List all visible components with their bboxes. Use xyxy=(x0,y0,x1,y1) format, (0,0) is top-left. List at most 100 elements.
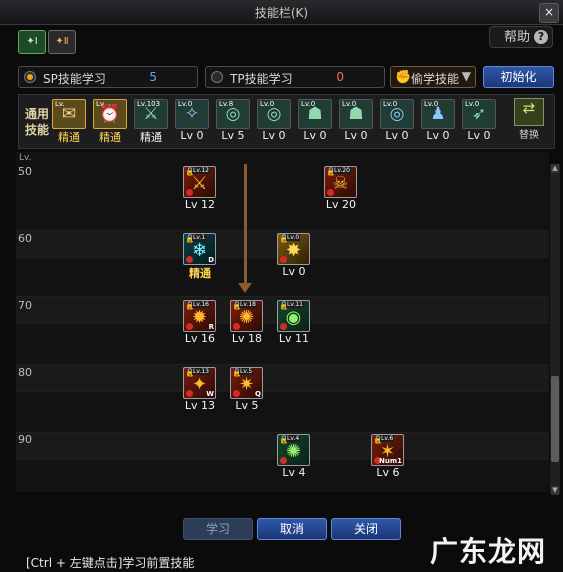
skill-icon: 🔒 Lv.1 ❄ D xyxy=(183,233,216,265)
scroll-down-icon[interactable]: ▼ xyxy=(551,486,559,495)
skill-90-a[interactable]: 🔒 Lv.4 ✺ Lv 4 xyxy=(277,434,311,479)
common-skill-slot[interactable]: Lv.0 ➶ Lv 0 xyxy=(462,99,496,145)
common-skill-slot[interactable]: Lv.103 ⚔ 精通 xyxy=(134,99,168,145)
row-label-50: 50 xyxy=(18,165,32,178)
row-label-90: 90 xyxy=(18,433,32,446)
prerequisite-arrow xyxy=(238,283,252,293)
skill-50-a[interactable]: 🔒 Lv.12 ⚔ Lv 12 xyxy=(183,166,217,211)
skill-level-label: 精通 xyxy=(99,131,121,144)
tp-learn-toggle[interactable]: TP技能学习 0 xyxy=(205,66,385,88)
common-skill-slot[interactable]: Lv.8 ◎ Lv 5 xyxy=(216,99,250,145)
close-icon[interactable]: × xyxy=(539,3,559,23)
hotkey-tag: R xyxy=(208,323,214,331)
tp-radio-icon[interactable] xyxy=(211,71,223,83)
sp-points: 5 xyxy=(149,70,157,84)
target-icon: Lv.0 ◎ xyxy=(257,99,291,129)
tab-skill-page-2[interactable]: ✦Ⅱ xyxy=(48,30,76,54)
sword-icon: Lv.103 ⚔ xyxy=(134,99,168,129)
target-icon: Lv.8 ◎ xyxy=(216,99,250,129)
skill-80-b[interactable]: 🔒 Lv.5 ✷ Q Lv 5 xyxy=(230,367,264,412)
initialize-button[interactable]: 初始化 xyxy=(483,66,554,88)
scroll-thumb[interactable] xyxy=(551,376,559,462)
skill-level-label: Lv 0 xyxy=(426,129,450,142)
skill-level-label: Lv 5 xyxy=(221,129,245,142)
hotkey-tag: Q xyxy=(255,390,261,398)
skill-level-label: Lv 0 xyxy=(467,129,491,142)
common-skill-slot[interactable]: Lv. ⏰ 精通 xyxy=(93,99,127,145)
watermark: 广东龙网 xyxy=(430,535,547,568)
skill-level-label: Lv 5 xyxy=(235,399,259,412)
skill-70-c[interactable]: 🔒 Lv.11 ◉ Lv 11 xyxy=(277,300,311,345)
scroll-up-icon[interactable]: ▲ xyxy=(551,164,559,173)
skill-level-label: Lv 0 xyxy=(180,129,204,142)
skill-80-a[interactable]: 🔒 Lv.13 ✦ W Lv 13 xyxy=(183,367,217,412)
title-bar[interactable]: 技能栏(K) xyxy=(0,0,563,25)
warning-icon xyxy=(327,189,334,196)
steal-skill-dropdown[interactable]: ✊ 偷学技能 ▼ xyxy=(390,66,476,88)
steal-skill-label: 偷学技能 xyxy=(411,72,460,86)
warning-icon xyxy=(280,457,287,464)
close-button[interactable]: 关闭 xyxy=(331,518,401,540)
learn-button[interactable]: 学习 xyxy=(183,518,253,540)
common-skill-slot[interactable]: Lv.0 ◎ Lv 0 xyxy=(380,99,414,145)
skill-level-label: Lv 0 xyxy=(262,129,286,142)
slash-icon: Lv.0 ➶ xyxy=(462,99,496,129)
skill-70-a[interactable]: 🔒 Lv.16 ✹ R Lv 16 xyxy=(183,300,217,345)
scroll-icon: Lv. ✉ xyxy=(52,99,86,129)
row-label-70: 70 xyxy=(18,299,32,312)
skill-icon: 🔒 Lv.16 ✹ R xyxy=(183,300,216,332)
skill-icon: 🔒 Lv.4 ✺ xyxy=(277,434,310,466)
warning-icon xyxy=(186,189,193,196)
skill-60-a[interactable]: 🔒 Lv.1 ❄ D 精通 xyxy=(183,233,217,281)
tab-skill-page-1[interactable]: ✦Ⅰ xyxy=(18,30,46,54)
skill-level-label: Lv 13 xyxy=(184,399,216,412)
help-label: 帮助 xyxy=(504,30,531,45)
swap-icon: ⇄ xyxy=(514,98,544,126)
common-skill-slot[interactable]: Lv.0 ☗ Lv 0 xyxy=(339,99,373,145)
bell-icon: Lv. ⏰ xyxy=(93,99,127,129)
warning-icon xyxy=(280,323,287,330)
hotkey-tag: W xyxy=(206,390,214,398)
skill-level-label: Lv 6 xyxy=(376,466,400,479)
skill-70-b[interactable]: 🔒 Lv.18 ✺ Lv 18 xyxy=(230,300,264,345)
skill-90-b[interactable]: 🔒 Lv.6 ✶ Num1 Lv 6 xyxy=(371,434,405,479)
cancel-button[interactable]: 取消 xyxy=(257,518,327,540)
warning-icon xyxy=(233,323,240,330)
skill-level-label: Lv 0 xyxy=(282,265,306,278)
sp-learn-toggle[interactable]: SP技能学习 5 xyxy=(18,66,198,88)
hotkey-tag: D xyxy=(208,256,214,264)
warning-icon xyxy=(186,256,193,263)
wing-icon: Lv.0 ✧ xyxy=(175,99,209,129)
swap-skill-button[interactable]: ⇄ 替换 xyxy=(509,98,549,146)
skill-level-label: Lv 11 xyxy=(278,332,310,345)
kick-icon: Lv.0 ☗ xyxy=(298,99,332,129)
common-skill-slot[interactable]: Lv.0 ✧ Lv 0 xyxy=(175,99,209,145)
common-skill-slot[interactable]: Lv. ✉ 精通 xyxy=(52,99,86,145)
skill-level-label: 精通 xyxy=(189,267,211,280)
skill-level-label: 精通 xyxy=(140,131,162,144)
swap-label: 替换 xyxy=(519,130,539,141)
figure-icon: Lv.0 ♟ xyxy=(421,99,455,129)
sp-label: SP技能学习 xyxy=(43,72,106,86)
skill-icon: 🔒 Lv.12 ⚔ xyxy=(183,166,216,198)
skill-level-label: Lv 12 xyxy=(184,198,216,211)
skill-level-label: Lv 0 xyxy=(344,129,368,142)
warning-icon xyxy=(186,323,193,330)
common-skill-slot[interactable]: Lv.0 ☗ Lv 0 xyxy=(298,99,332,145)
row-label-60: 60 xyxy=(18,232,32,245)
sp-radio-icon[interactable] xyxy=(24,71,36,83)
hint-text: [Ctrl + 左键点击]学习前置技能 xyxy=(26,556,195,570)
skill-level-label: Lv 0 xyxy=(303,129,327,142)
skill-icon: 🔒 Lv.6 ✶ Num1 xyxy=(371,434,404,466)
kick-icon: Lv.0 ☗ xyxy=(339,99,373,129)
hotkey-tag: Num1 xyxy=(378,457,402,465)
skill-50-b[interactable]: 🔒 Lv.20 ☠ Lv 20 xyxy=(324,166,358,211)
skill-level-label: 精通 xyxy=(58,131,80,144)
skill-icon: 🔒 Lv.0 ✸ xyxy=(277,233,310,265)
prerequisite-line xyxy=(244,164,247,284)
common-skill-slot[interactable]: Lv.0 ♟ Lv 0 xyxy=(421,99,455,145)
skill-level-label: Lv 4 xyxy=(282,466,306,479)
common-skill-slot[interactable]: Lv.0 ◎ Lv 0 xyxy=(257,99,291,145)
warning-icon xyxy=(280,256,287,263)
skill-60-b[interactable]: 🔒 Lv.0 ✸ Lv 0 xyxy=(277,233,311,278)
